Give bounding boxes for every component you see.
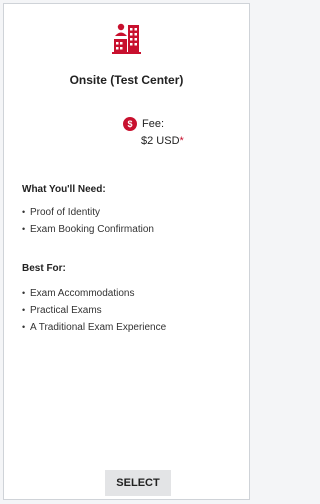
fee-row: $ Fee: [123,117,164,131]
list-item: A Traditional Exam Experience [22,319,166,336]
needs-list: Proof of Identity Exam Booking Confirmat… [22,204,154,238]
best-for-heading: Best For: [22,263,66,274]
test-center-building-icon [111,23,141,54]
select-button[interactable]: SELECT [105,470,171,496]
fee-asterisk: * [179,135,184,147]
fee-amount: $2 USD [141,135,180,147]
list-item: Exam Accommodations [22,285,166,302]
dollar-icon: $ [123,117,137,131]
exam-option-card: Onsite (Test Center) $ Fee: $2 USD* What… [3,3,250,500]
list-item: Practical Exams [22,302,166,319]
fee-label: Fee: [142,118,165,130]
fee-amount-row: $2 USD* [141,135,184,147]
best-for-list: Exam Accommodations Practical Exams A Tr… [22,285,166,336]
card-title: Onsite (Test Center) [69,73,184,87]
needs-heading: What You'll Need: [22,184,106,195]
icon-container [4,22,249,56]
list-item: Proof of Identity [22,204,154,221]
list-item: Exam Booking Confirmation [22,221,154,238]
